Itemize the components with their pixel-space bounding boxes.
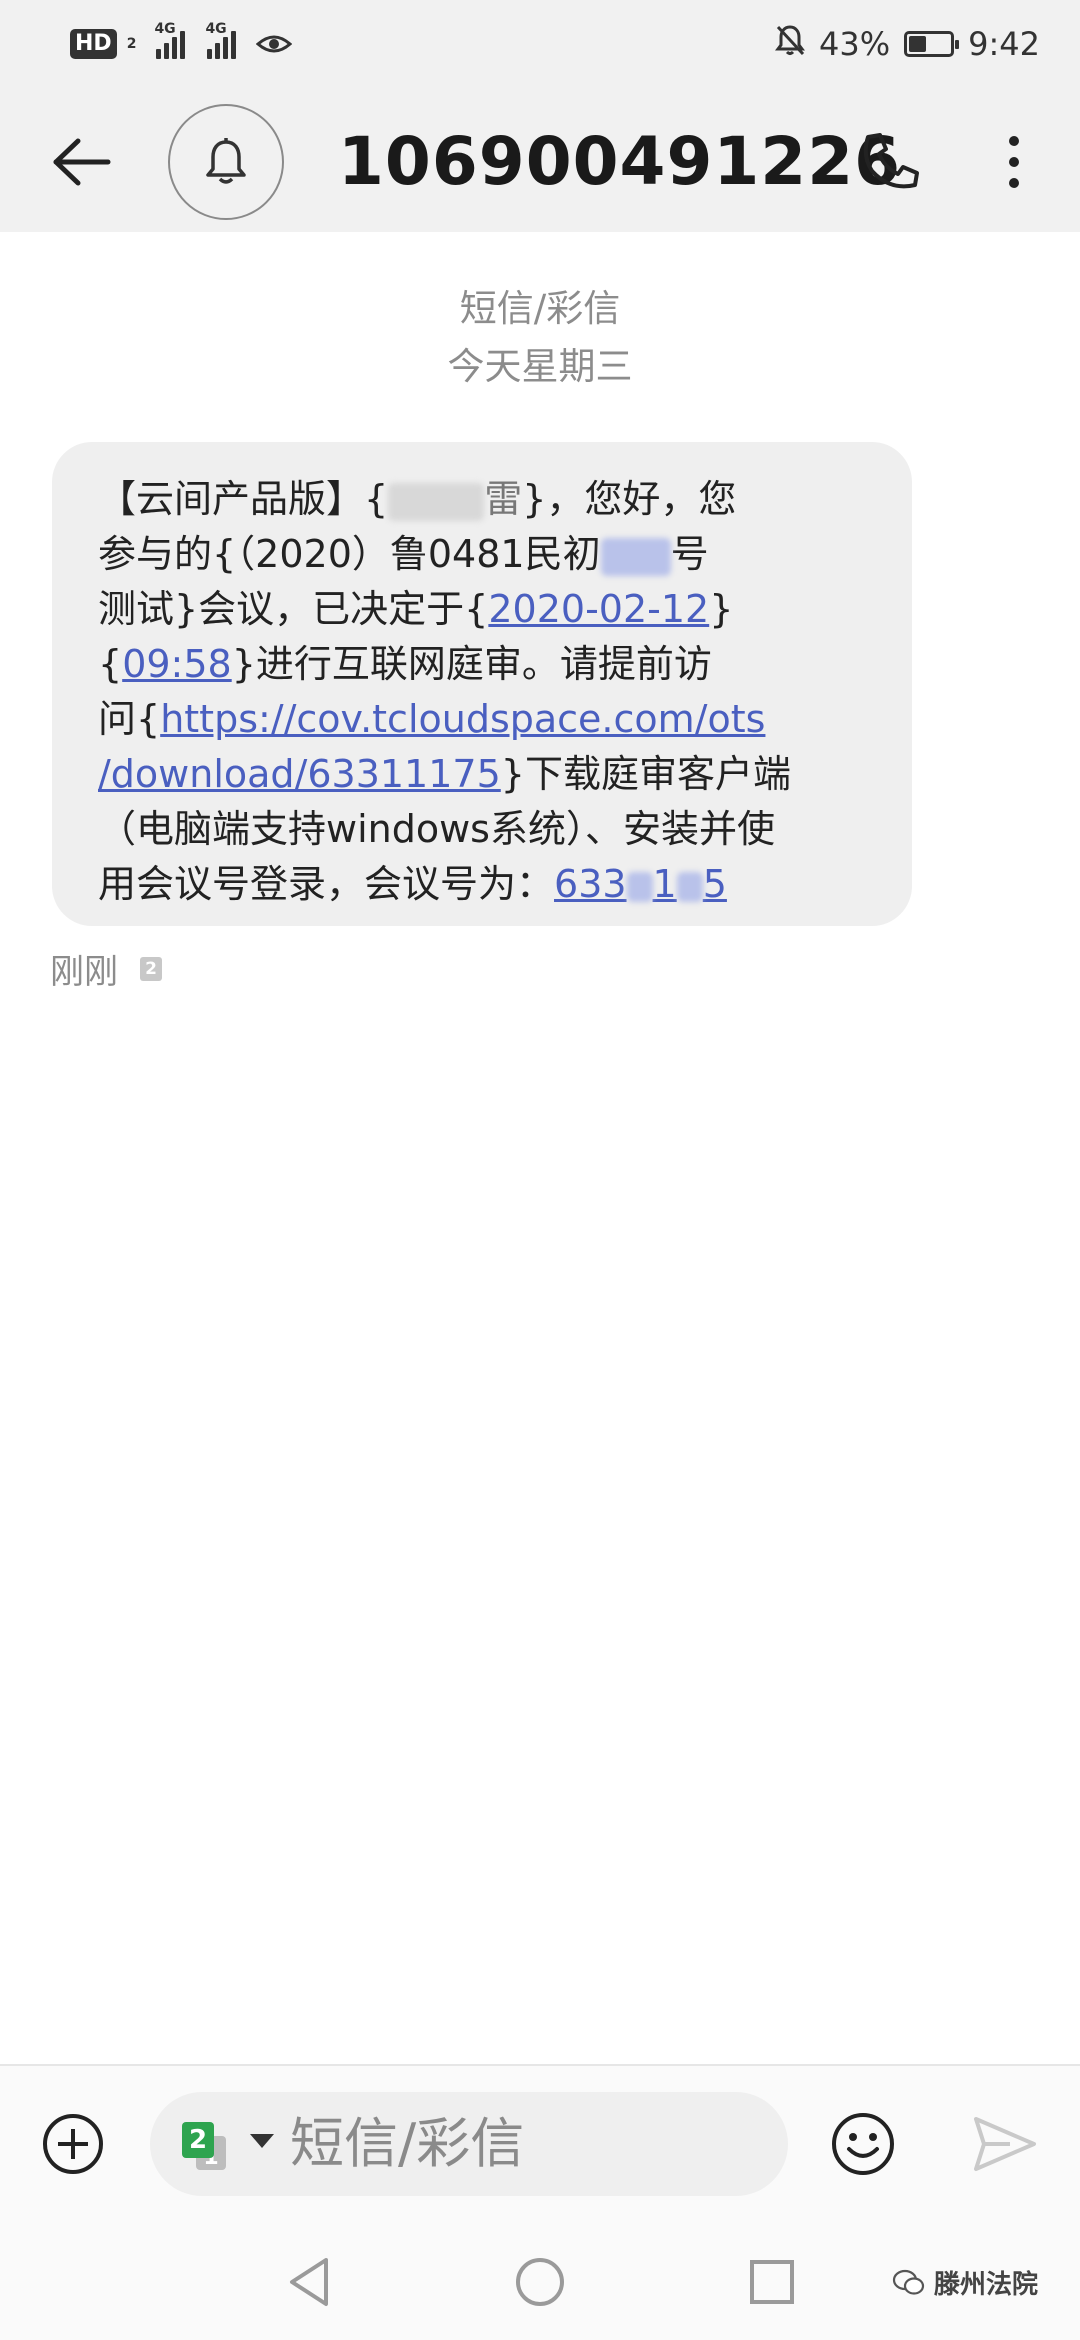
status-bar-left: HD 2 4G 4G — [70, 21, 293, 66]
message-text: 雷 — [484, 477, 523, 521]
conversation-meta: 短信/彩信 今天星期三 — [0, 280, 1080, 396]
conversation-header: 106900491226 — [0, 88, 1080, 232]
more-vert-icon — [1009, 136, 1019, 146]
channel-label: 短信/彩信 — [459, 287, 621, 330]
message-line: （电脑端支持windows系统）、安装并使 — [98, 802, 872, 857]
watermark-text: 滕州法院 — [934, 2270, 1039, 2300]
download-url-link[interactable]: https://cov.tcloudspace.com/ots — [160, 697, 765, 741]
message-text: 【云间产品版】{ — [98, 477, 389, 521]
square-recents-icon — [750, 2260, 794, 2304]
back-arrow-icon — [53, 138, 111, 186]
message-text: }进行互联网庭审。请提前访 — [231, 642, 712, 686]
message-line: 参与的{（2020）鲁0481民初 号 — [98, 527, 872, 582]
message-line: {09:58}进行互联网庭审。请提前访 — [98, 637, 872, 692]
system-navigation-bar: 滕州法院 — [0, 2224, 1080, 2340]
redacted-case-number — [600, 537, 671, 576]
nav-back-button[interactable] — [282, 2254, 338, 2310]
status-bar: HD 2 4G 4G 43% 9:42 — [0, 0, 1080, 88]
top-area: HD 2 4G 4G 43% 9:42 106900491226 — [0, 0, 1080, 232]
plus-circle-icon — [43, 2114, 103, 2174]
watermark: 滕州法院 — [892, 2264, 1038, 2301]
composer-bar: 1 2 短信/彩信 — [0, 2064, 1080, 2226]
redacted-digit — [626, 871, 653, 902]
message-line: 用会议号登录，会议号为：633 1 5 — [98, 857, 872, 912]
bell-icon — [206, 138, 246, 184]
meeting-id-part: 5 — [702, 862, 727, 906]
meeting-id-part: 1 — [652, 862, 677, 906]
nav-recents-button[interactable] — [744, 2254, 800, 2310]
phone-icon — [863, 133, 919, 189]
date-link[interactable]: 2020-02-12 — [488, 587, 709, 631]
message-text: 用会议号登录，会议号为： — [98, 862, 555, 906]
timestamp-text: 刚刚 — [50, 952, 118, 992]
hd-voice-indicator: HD — [70, 29, 117, 59]
signal-sim1-icon: 4G — [154, 21, 186, 59]
message-line: /download/63311175}下载庭审客户端 — [98, 747, 872, 802]
sim-card-icon: 2 — [182, 2122, 214, 2158]
battery-percent: 43% — [819, 25, 891, 63]
network-type-sim2: 4G — [205, 21, 227, 37]
hd-sim-label: 2 — [126, 36, 137, 52]
more-options-button[interactable] — [990, 124, 1038, 200]
eye-comfort-icon — [256, 32, 293, 56]
wechat-logo-icon — [892, 2269, 925, 2295]
meeting-id-part: 633 — [554, 862, 627, 906]
emoji-button[interactable] — [830, 2111, 896, 2177]
message-text: 测试}会议，已决定于{ — [98, 587, 489, 631]
redacted-name — [388, 482, 485, 521]
download-url-link-cont[interactable]: /download/63311175 — [98, 752, 501, 796]
circle-home-icon — [516, 2258, 564, 2306]
call-button[interactable] — [852, 124, 928, 200]
back-button[interactable] — [46, 126, 118, 198]
message-input[interactable]: 1 2 短信/彩信 — [150, 2092, 788, 2196]
send-button[interactable] — [970, 2111, 1040, 2177]
notification-button[interactable] — [168, 104, 284, 220]
message-text: }下载庭审客户端 — [500, 752, 791, 796]
message-bubble[interactable]: 【云间产品版】{ 雷}，您好，您 参与的{（2020）鲁0481民初 号 测试}会议… — [52, 442, 912, 926]
send-icon — [974, 2117, 1036, 2171]
time-link[interactable]: 09:58 — [122, 642, 232, 686]
message-text: 参与的{（2020）鲁0481民初 — [98, 532, 601, 576]
message-text: { — [98, 642, 123, 686]
message-timestamp: 刚刚 2 — [50, 944, 162, 993]
message-line: 【云间产品版】{ 雷}，您好，您 — [98, 472, 872, 527]
mute-bell-icon — [775, 24, 806, 64]
redacted-digit — [676, 871, 703, 902]
sim-selector[interactable]: 1 2 — [182, 2122, 228, 2170]
triangle-back-icon — [290, 2258, 328, 2306]
message-text: } — [709, 587, 734, 631]
sim-badge-icon: 2 — [140, 956, 162, 981]
contact-number-title: 106900491226 — [338, 123, 902, 200]
date-label: 今天星期三 — [447, 345, 633, 388]
message-text: （电脑端支持windows系统）、安装并使 — [98, 807, 775, 851]
status-bar-right: 43% 9:42 — [775, 22, 1040, 66]
message-text: }，您好，您 — [522, 477, 737, 521]
message-text: 问{ — [98, 697, 161, 741]
network-type-sim1: 4G — [154, 21, 176, 37]
battery-icon — [904, 31, 960, 57]
clock: 9:42 — [968, 25, 1040, 63]
nav-home-button[interactable] — [512, 2254, 568, 2310]
message-line: 测试}会议，已决定于{2020-02-12} — [98, 582, 872, 637]
input-placeholder: 短信/彩信 — [290, 2112, 525, 2175]
smiley-icon — [832, 2113, 894, 2175]
chevron-down-icon[interactable] — [250, 2134, 274, 2148]
message-text: 号 — [670, 532, 709, 576]
signal-sim2-icon: 4G — [205, 21, 237, 59]
meeting-id-link[interactable]: 633 1 5 — [554, 862, 727, 906]
message-line: 问{https://cov.tcloudspace.com/ots — [98, 692, 872, 747]
add-attachment-button[interactable] — [40, 2111, 106, 2177]
